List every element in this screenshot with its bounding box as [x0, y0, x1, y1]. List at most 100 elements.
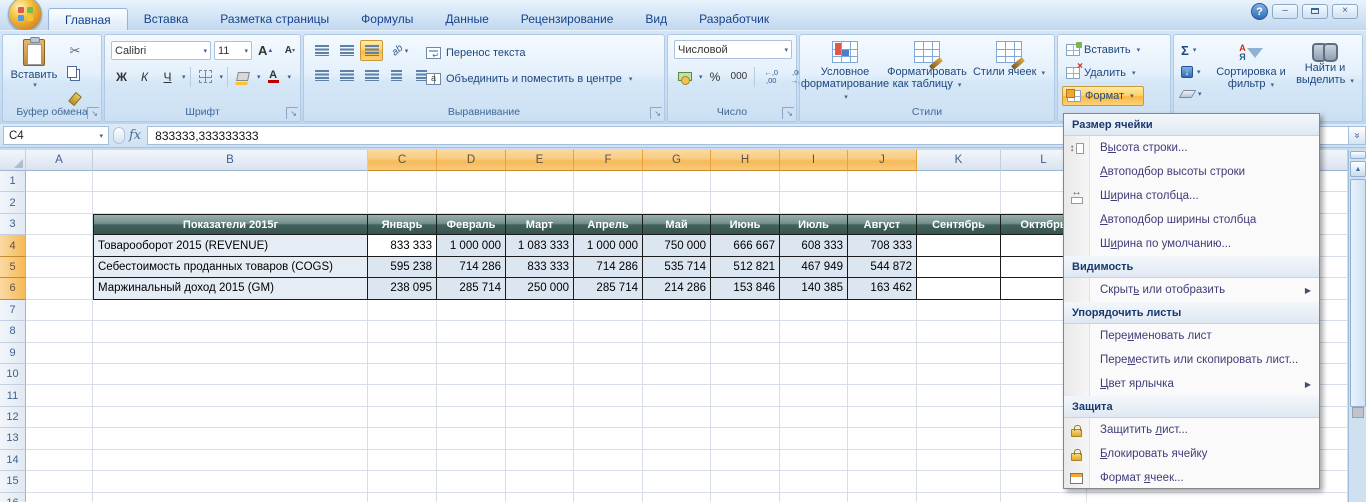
grid-cell[interactable] — [643, 493, 711, 502]
grid-cell[interactable] — [437, 364, 506, 385]
grid-cell[interactable] — [26, 300, 93, 321]
grid-cell[interactable] — [711, 407, 780, 428]
conditional-formatting-button[interactable]: Условное форматирование ▾ — [804, 39, 886, 107]
menu-item-ширина-столбца-[interactable]: ↔Ширина столбца... — [1064, 184, 1319, 208]
grid-cell[interactable] — [780, 343, 848, 364]
grid-cell[interactable] — [848, 407, 917, 428]
tab-6[interactable]: Вид — [629, 8, 683, 30]
grid-cell[interactable] — [368, 407, 437, 428]
grid-cell[interactable] — [437, 428, 506, 449]
menu-item-автоподбор-ширины-столбца[interactable]: Автоподбор ширины столбца — [1064, 208, 1319, 232]
bold-button[interactable]: Ж — [111, 66, 132, 87]
tab-home[interactable]: Главная — [48, 8, 128, 30]
grid-cell[interactable] — [848, 300, 917, 321]
grid-cell[interactable] — [93, 321, 368, 342]
scrollbar-thumb[interactable] — [1350, 179, 1366, 407]
grid-cell[interactable] — [368, 192, 437, 213]
tab-2[interactable]: Разметка страницы — [204, 8, 345, 30]
grid-cell[interactable] — [93, 192, 368, 213]
grid-cell[interactable] — [848, 343, 917, 364]
font-size-combo[interactable]: 11 ▾ — [214, 41, 252, 60]
grid-cell[interactable] — [574, 171, 643, 192]
table-data-cell[interactable]: 285 714 — [437, 278, 506, 299]
number-dialog-launcher[interactable]: ↘ — [782, 107, 794, 119]
grid-cell[interactable] — [643, 428, 711, 449]
grid-cell[interactable] — [26, 493, 93, 502]
grid-cell[interactable] — [643, 300, 711, 321]
row-header-16[interactable]: 16 — [0, 493, 26, 502]
cut-button[interactable]: ✂ — [63, 40, 87, 61]
grid-cell[interactable] — [26, 235, 93, 256]
row-header-8[interactable]: 8 — [0, 321, 26, 342]
grid-cell[interactable] — [26, 385, 93, 406]
comma-style-button[interactable]: 000 — [728, 66, 751, 87]
grid-cell[interactable] — [574, 343, 643, 364]
table-data-cell[interactable]: 666 667 — [711, 235, 780, 256]
grid-cell[interactable] — [574, 300, 643, 321]
tab-7[interactable]: Разработчик — [683, 8, 785, 30]
merge-center-button[interactable]: Объединить и поместить в центре ▾ — [426, 68, 632, 89]
grid-cell[interactable] — [711, 343, 780, 364]
formula-bar-grip[interactable] — [113, 127, 125, 144]
percent-button[interactable]: % — [705, 66, 726, 87]
grid-cell[interactable] — [643, 385, 711, 406]
grid-cell[interactable] — [506, 300, 574, 321]
grid-cell[interactable] — [917, 493, 1001, 502]
column-header-G[interactable]: G — [643, 150, 711, 171]
grid-cell[interactable] — [26, 450, 93, 471]
grid-cell[interactable] — [574, 192, 643, 213]
table-data-cell[interactable]: 467 949 — [780, 257, 848, 278]
select-all-corner[interactable] — [0, 150, 26, 171]
grid-cell[interactable] — [506, 450, 574, 471]
fill-color-button[interactable] — [232, 66, 253, 87]
currency-button[interactable] — [674, 66, 695, 87]
table-data-cell[interactable]: 1 083 333 — [506, 235, 574, 256]
grid-cell[interactable] — [26, 171, 93, 192]
grid-cell[interactable] — [437, 385, 506, 406]
grid-cell[interactable] — [26, 321, 93, 342]
tab-3[interactable]: Формулы — [345, 8, 429, 30]
menu-item-формат-ячеек-[interactable]: Формат ячеек... — [1064, 466, 1319, 489]
grid-cell[interactable] — [437, 493, 506, 502]
table-data-cell[interactable]: 163 462 — [848, 278, 917, 299]
column-header-D[interactable]: D — [437, 150, 506, 171]
align-left-button[interactable] — [310, 65, 333, 86]
grid-cell[interactable] — [368, 343, 437, 364]
decrease-indent-button[interactable] — [385, 65, 408, 86]
grid-cell[interactable] — [93, 493, 368, 502]
table-data-cell[interactable]: 535 714 — [643, 257, 711, 278]
office-button[interactable] — [8, 0, 42, 31]
grid-cell[interactable] — [26, 407, 93, 428]
table-header-month[interactable]: Июнь — [711, 214, 780, 235]
grid-cell[interactable] — [780, 300, 848, 321]
grid-cell[interactable] — [848, 450, 917, 471]
grid-cell[interactable] — [780, 450, 848, 471]
column-header-B[interactable]: B — [93, 150, 368, 171]
table-data-cell[interactable]: 608 333 — [780, 235, 848, 256]
table-data-cell[interactable]: 250 000 — [506, 278, 574, 299]
grid-cell[interactable] — [26, 343, 93, 364]
font-color-button[interactable]: А — [263, 66, 284, 87]
paste-dropdown-arrow[interactable]: ▾ — [33, 81, 37, 89]
grid-cell[interactable] — [437, 407, 506, 428]
find-select-button[interactable]: Найти и выделить ▾ — [1288, 39, 1362, 92]
grid-cell[interactable] — [506, 385, 574, 406]
grid-cell[interactable] — [917, 300, 1001, 321]
orientation-button[interactable]: ab▾ — [385, 40, 415, 61]
table-data-cell[interactable]: 714 286 — [437, 257, 506, 278]
vertical-scrollbar[interactable]: ▲ — [1348, 150, 1366, 502]
number-format-combo[interactable]: Числовой ▾ — [674, 40, 792, 59]
grid-cell[interactable] — [711, 300, 780, 321]
row-header-12[interactable]: 12 — [0, 407, 26, 428]
grid-cell[interactable] — [711, 171, 780, 192]
table-data-cell[interactable]: 153 846 — [711, 278, 780, 299]
grid-cell[interactable] — [711, 450, 780, 471]
row-header-6[interactable]: 6 — [0, 278, 26, 299]
insert-cells-button[interactable]: Вставить ▾ — [1062, 40, 1144, 60]
table-empty-cell[interactable] — [917, 235, 1001, 256]
grid-cell[interactable] — [26, 428, 93, 449]
copy-button[interactable] — [63, 64, 87, 85]
table-data-cell[interactable]: 750 000 — [643, 235, 711, 256]
font-family-combo[interactable]: Calibri ▾ — [111, 41, 211, 60]
grid-cell[interactable] — [506, 471, 574, 492]
